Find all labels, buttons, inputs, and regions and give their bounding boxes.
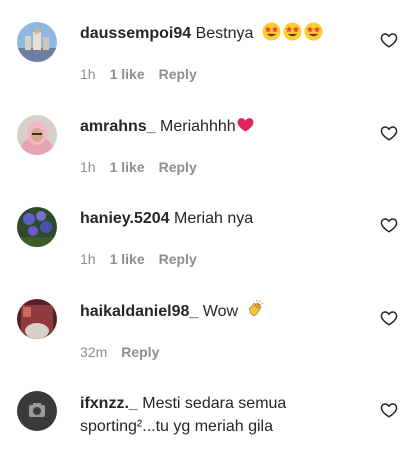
star-struck-emoji [262,22,281,41]
comment-username[interactable]: daussempoi94 [80,25,191,42]
comment-meta: 1h 1 like Reply [80,251,211,267]
comment-username[interactable]: ifxnzz._ [80,395,138,412]
comment-likes[interactable]: 1 like [110,66,145,82]
comment-username[interactable]: amrahns_ [80,118,156,135]
comment-time: 1h [80,66,96,82]
reply-button[interactable]: Reply [121,344,159,360]
comment-username[interactable]: haniey.5204 [80,210,170,227]
avatar[interactable] [17,22,57,62]
star-struck-emoji [304,22,323,41]
comment-text: Meriahhhh [160,118,236,135]
comment-body: haikaldaniel98_ Wow [80,300,360,323]
reply-button[interactable]: Reply [159,251,197,267]
comment-body: daussempoi94 Bestnya [80,22,360,45]
avatar[interactable] [17,207,57,247]
comment-body: ifxnzz._ Mesti sedara semua sporting²...… [80,392,360,438]
comment-text: Wow [202,303,239,320]
comment-meta: 32m Reply [80,344,173,360]
avatar[interactable] [17,115,57,155]
star-struck-emoji [283,22,302,41]
comment-text: Meriah nya [174,210,254,227]
avatar[interactable] [17,299,57,339]
heart-outline-icon[interactable] [380,31,398,49]
heart-outline-icon[interactable] [380,309,398,327]
comment-likes[interactable]: 1 like [110,251,145,267]
avatar[interactable] [17,391,57,431]
comment-likes[interactable]: 1 like [110,159,145,175]
reply-button[interactable]: Reply [159,159,197,175]
comment-body: haniey.5204 Meriah nya [80,207,360,230]
red-heart-emoji [236,115,255,134]
clapping-hands-emoji [246,300,265,319]
comment-time: 1h [80,159,96,175]
comment-body: amrahns_ Meriahhhh [80,115,360,138]
comment-time: 32m [80,344,108,360]
reply-button[interactable]: Reply [159,66,197,82]
heart-outline-icon[interactable] [380,124,398,142]
comment-time: 1h [80,251,96,267]
comment-meta: 1h 1 like Reply [80,66,211,82]
comment-meta: 1h 1 like Reply [80,159,211,175]
comment-text: Bestnya [195,25,254,42]
heart-outline-icon[interactable] [380,216,398,234]
heart-outline-icon[interactable] [380,401,398,419]
comment-username[interactable]: haikaldaniel98_ [80,303,198,320]
